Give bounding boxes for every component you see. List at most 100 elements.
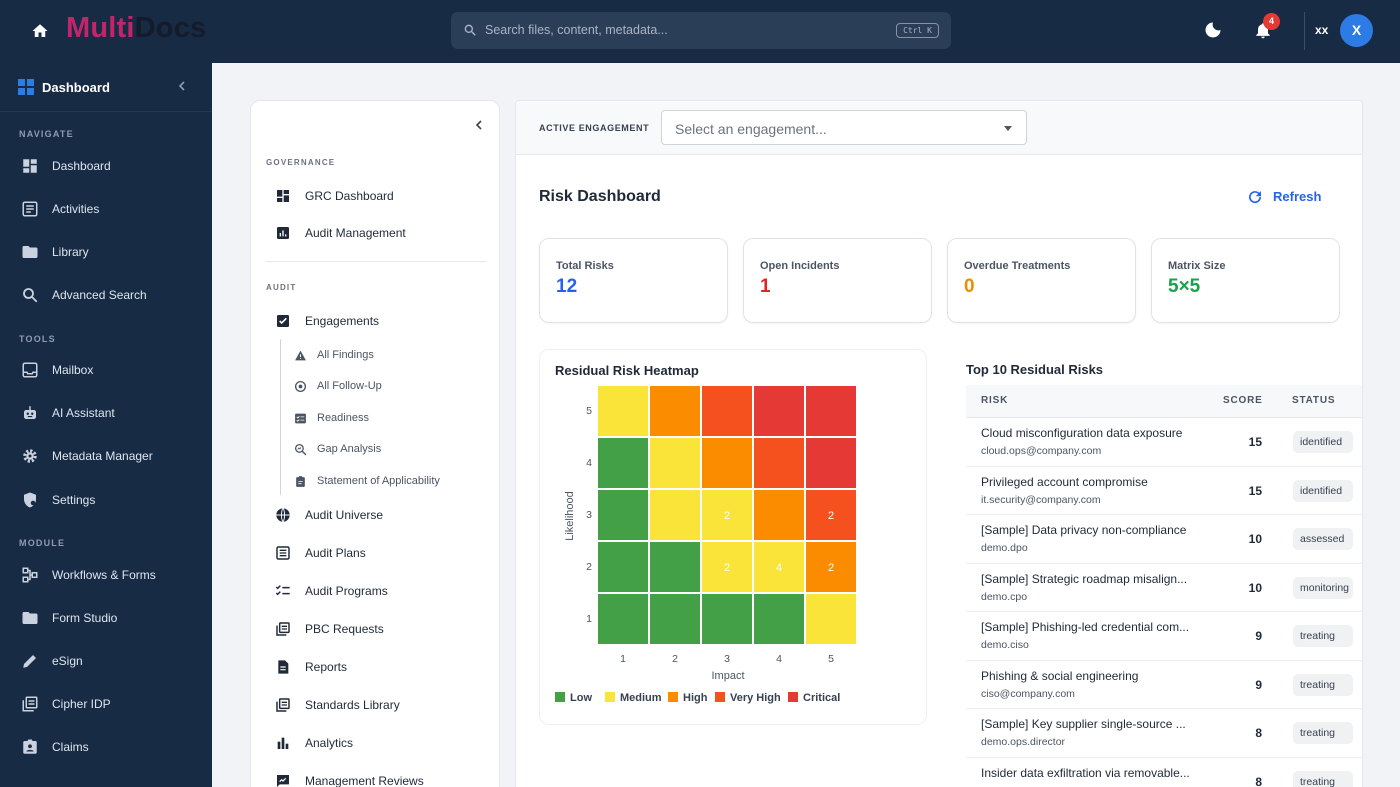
risk-name[interactable]: [Sample] Phishing-led credential com...	[981, 620, 1189, 634]
risk-name[interactable]: [Sample] Key supplier single-source ...	[981, 717, 1186, 731]
panel-subitem-statement-of-applicability[interactable]: Statement of Applicability	[251, 468, 499, 494]
home-icon[interactable]	[28, 19, 52, 43]
panel-item-audit-programs[interactable]: Audit Programs	[251, 576, 499, 606]
risk-name[interactable]: [Sample] Data privacy non-compliance	[981, 523, 1186, 537]
risk-status-badge: treating	[1293, 673, 1353, 696]
panel-item-audit-management[interactable]: Audit Management	[251, 218, 499, 248]
app-logo[interactable]: MultiDocs	[66, 12, 206, 45]
heatmap-cell[interactable]	[650, 490, 700, 540]
kpi-value: 1	[760, 276, 771, 297]
panel-subitem-readiness[interactable]: Readiness	[251, 405, 499, 431]
panel-item-engagements[interactable]: Engagements	[251, 306, 499, 336]
heatmap-cell[interactable]	[754, 386, 804, 436]
global-search-input[interactable]: Search files, content, metadata... Ctrl …	[451, 12, 951, 49]
sidebar-item-ai-assistant[interactable]: AI Assistant	[0, 397, 212, 427]
risk-name[interactable]: [Sample] Strategic roadmap misalign...	[981, 572, 1187, 586]
heatmap-cell[interactable]	[598, 490, 648, 540]
page-title: Risk Dashboard	[539, 188, 661, 205]
panel-item-analytics[interactable]: Analytics	[251, 728, 499, 758]
risk-score: 9	[1255, 677, 1262, 692]
heatmap-cell[interactable]	[650, 594, 700, 644]
engagement-bar: ACTIVE ENGAGEMENT Select an engagement..…	[516, 101, 1362, 155]
panel-item-management-reviews[interactable]: Management Reviews	[251, 766, 499, 787]
kpi-label: Open Incidents	[760, 260, 840, 272]
heatmap-cell[interactable]	[598, 542, 648, 592]
sidebar-item-activities[interactable]: Activities	[0, 193, 212, 223]
panel-subitem-all-follow-up[interactable]: All Follow-Up	[251, 373, 499, 399]
risk-name[interactable]: Insider data exfiltration via removable.…	[981, 766, 1190, 780]
dashboard-icon	[20, 156, 40, 176]
clipboard-icon	[293, 474, 307, 488]
heatmap-cell[interactable]	[806, 594, 856, 644]
panel-item-standards-library[interactable]: Standards Library	[251, 690, 499, 720]
risk-score: 9	[1255, 629, 1262, 643]
panel-item-audit-universe[interactable]: Audit Universe	[251, 500, 499, 530]
sidebar-item-mailbox[interactable]: Mailbox	[0, 354, 212, 384]
search-shortcut-hint: Ctrl K	[896, 23, 939, 38]
sidebar-item-metadata-manager[interactable]: Metadata Manager	[0, 440, 212, 470]
risk-name[interactable]: Phishing & social engineering	[981, 669, 1138, 683]
sidebar-item-esign[interactable]: eSign	[0, 645, 212, 675]
table-row[interactable]: [Sample] Key supplier single-source ... d…	[966, 709, 1362, 758]
kpi-card-matrix-size: Matrix Size 5×5	[1151, 238, 1340, 323]
x-tick-label: 1	[620, 653, 626, 665]
robot-icon	[20, 403, 40, 423]
table-row[interactable]: [Sample] Data privacy non-compliance demo…	[966, 515, 1362, 564]
sidebar-item-cipher-idp[interactable]: Cipher IDP	[0, 688, 212, 718]
sidebar-item-form-studio[interactable]: Form Studio	[0, 602, 212, 632]
collapse-panel-chevron-icon[interactable]	[473, 119, 485, 131]
panel-subitem-all-findings[interactable]: All Findings	[251, 342, 499, 368]
table-row[interactable]: Insider data exfiltration via removable.…	[966, 758, 1362, 787]
heatmap-cell[interactable]	[754, 594, 804, 644]
heatmap-cell[interactable]	[702, 594, 752, 644]
table-row[interactable]: Cloud misconfiguration data exposure clou…	[966, 418, 1362, 467]
legend-swatch	[605, 692, 615, 702]
kpi-value: 0	[964, 276, 975, 297]
heatmap-cell[interactable]	[650, 386, 700, 436]
sidebar-item-label: Claims	[52, 740, 89, 754]
column-header-score[interactable]: SCORE	[1223, 395, 1263, 406]
heatmap-cell[interactable]	[702, 438, 752, 488]
heatmap-cell[interactable]	[754, 490, 804, 540]
risk-name[interactable]: Privileged account compromise	[981, 475, 1148, 489]
sidebar-item-label: eSign	[52, 654, 83, 668]
risk-score: 10	[1248, 580, 1262, 595]
sidebar-item-advanced-search[interactable]: Advanced Search	[0, 279, 212, 309]
collapse-sidebar-chevron-icon[interactable]	[176, 80, 188, 92]
sidebar-item-label: Form Studio	[52, 611, 118, 625]
column-header-risk[interactable]: RISK	[981, 395, 1008, 406]
sidebar-item-library[interactable]: Library	[0, 236, 212, 266]
panel-section-audit: AUDIT	[266, 283, 297, 292]
sidebar-item-claims[interactable]: Claims	[0, 731, 212, 761]
heatmap-cell[interactable]	[650, 438, 700, 488]
table-row[interactable]: Phishing & social engineering ciso@compan…	[966, 661, 1362, 709]
panel-item-pbc-requests[interactable]: PBC Requests	[251, 614, 499, 644]
sidebar-item-workflows-forms[interactable]: Workflows & Forms	[0, 559, 212, 589]
heatmap-cell[interactable]	[806, 386, 856, 436]
table-row[interactable]: [Sample] Phishing-led credential com... d…	[966, 612, 1362, 661]
heatmap-cell[interactable]	[650, 542, 700, 592]
theme-toggle-moon-icon[interactable]	[1203, 20, 1223, 45]
risk-name[interactable]: Cloud misconfiguration data exposure	[981, 426, 1182, 440]
sidebar-item-label: AI Assistant	[52, 406, 115, 420]
risk-owner: demo.dpo	[981, 542, 1028, 554]
panel-item-audit-plans[interactable]: Audit Plans	[251, 538, 499, 568]
table-row[interactable]: [Sample] Strategic roadmap misalign... de…	[966, 564, 1362, 612]
panel-subitem-gap-analysis[interactable]: Gap Analysis	[251, 436, 499, 462]
sidebar-item-dashboard[interactable]: Dashboard	[0, 150, 212, 180]
column-header-status[interactable]: STATUS	[1292, 395, 1335, 406]
heatmap-cell[interactable]	[754, 438, 804, 488]
table-row[interactable]: Privileged account compromise it.security…	[966, 467, 1362, 515]
panel-item-grc-dashboard[interactable]: GRC Dashboard	[251, 181, 499, 211]
sidebar-item-label: Activities	[52, 202, 100, 216]
heatmap-cell[interactable]	[598, 386, 648, 436]
user-avatar[interactable]: X	[1340, 14, 1373, 47]
heatmap-cell[interactable]	[598, 438, 648, 488]
user-initials[interactable]: xx	[1315, 23, 1328, 37]
heatmap-cell[interactable]	[702, 386, 752, 436]
heatmap-cell[interactable]	[598, 594, 648, 644]
heatmap-cell[interactable]	[806, 438, 856, 488]
engagement-select[interactable]: Select an engagement...	[661, 110, 1027, 145]
sidebar-item-settings[interactable]: Settings	[0, 484, 212, 514]
panel-item-reports[interactable]: Reports	[251, 652, 499, 682]
